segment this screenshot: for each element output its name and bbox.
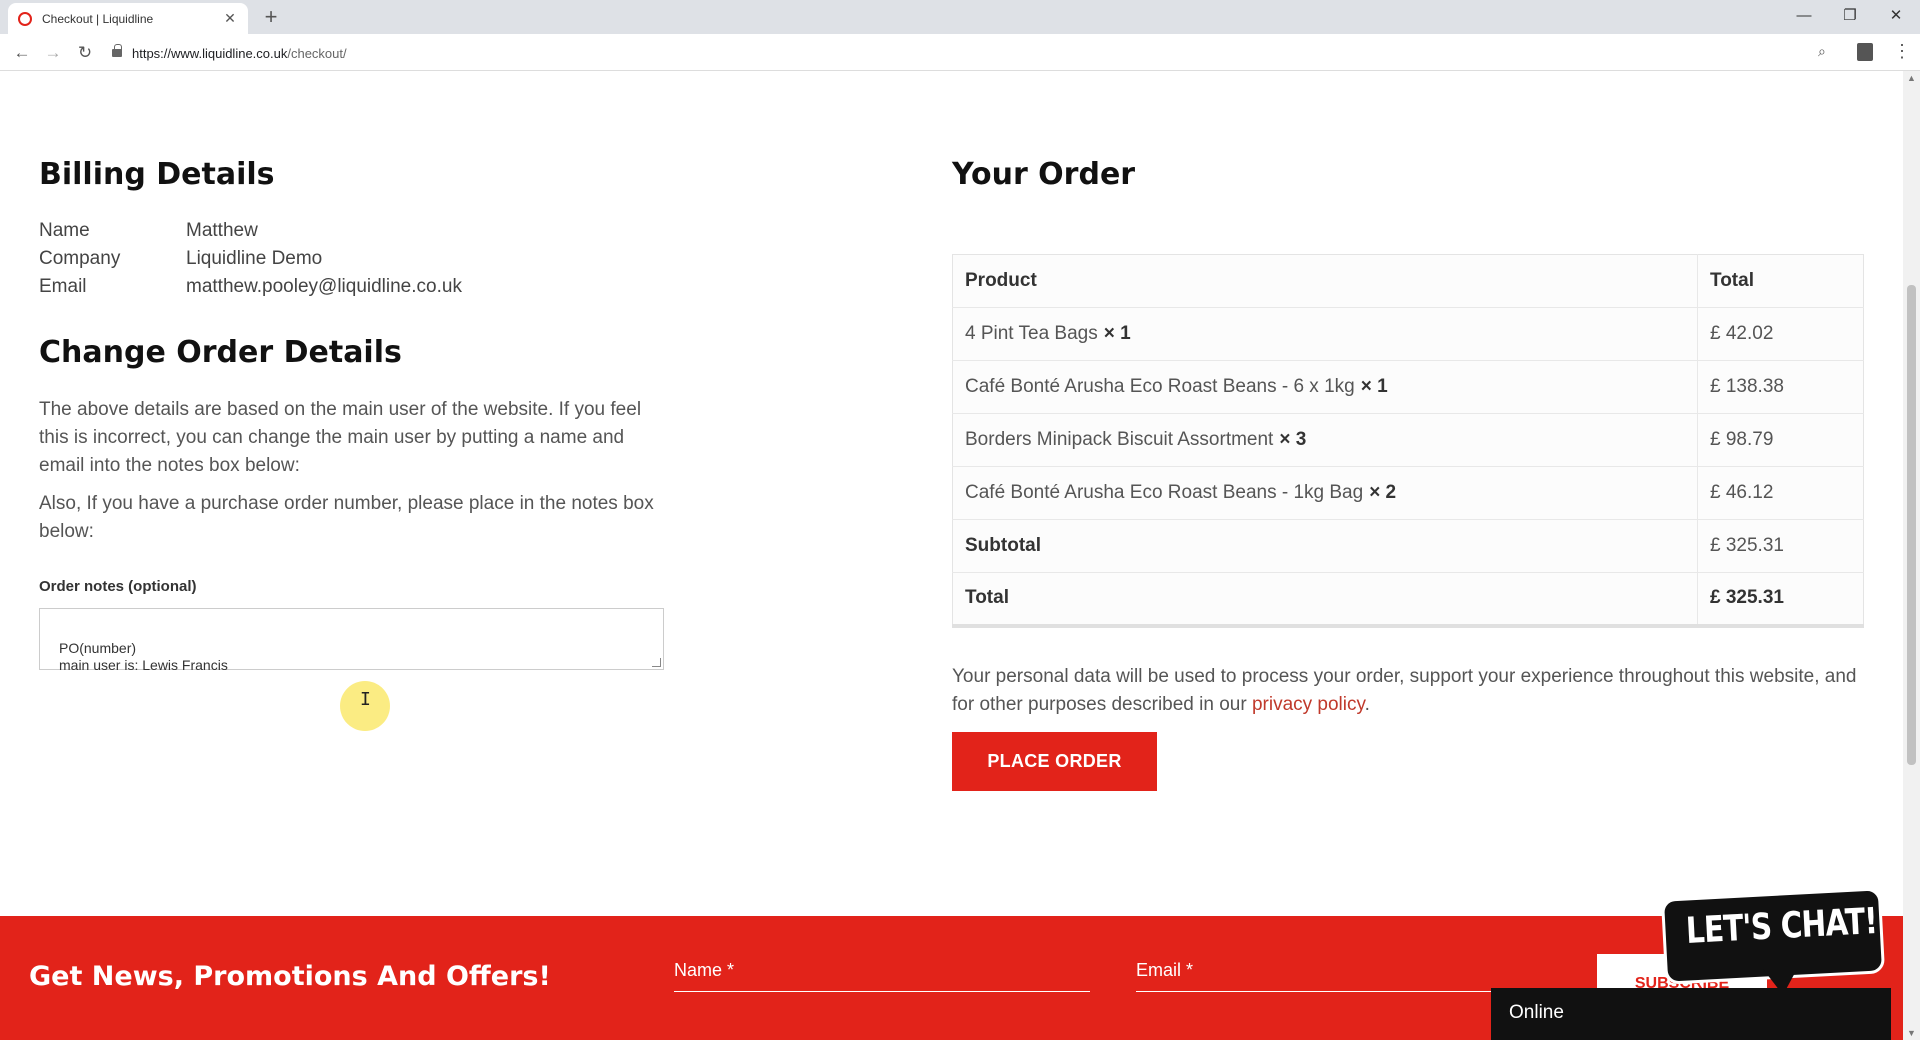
page-scrollbar[interactable]: ▲ ▼ — [1903, 71, 1920, 1040]
url-host: https://www.liquidline.co.uk — [132, 45, 288, 61]
privacy-policy-link[interactable]: privacy policy — [1252, 694, 1365, 715]
profile-icon[interactable] — [1857, 43, 1873, 61]
order-notes-value: PO(number) main user is: Lewis Francis — [59, 640, 228, 673]
change-order-title: Change Order Details — [39, 335, 402, 370]
table-row: Café Bonté Arusha Eco Roast Beans - 6 x … — [952, 360, 1864, 414]
scrollbar-thumb[interactable] — [1907, 285, 1916, 765]
subtotal-label: Subtotal — [952, 519, 1698, 573]
line-total: £ 138.38 — [1697, 360, 1864, 414]
column-header-product: Product — [952, 254, 1698, 308]
table-row: Borders Minipack Biscuit Assortment × 3 £… — [952, 413, 1864, 467]
table-row: 4 Pint Tea Bags × 1 £ 42.02 — [952, 307, 1864, 361]
table-row: Café Bonté Arusha Eco Roast Beans - 1kg … — [952, 466, 1864, 520]
lock-icon — [112, 44, 122, 57]
chat-status-bar[interactable]: Online — [1491, 988, 1891, 1040]
line-total: £ 42.02 — [1697, 307, 1864, 361]
site-favicon-icon — [18, 11, 32, 26]
window-close-icon[interactable]: ✕ — [1873, 0, 1919, 30]
privacy-notice: Your personal data will be used to proce… — [952, 666, 1857, 715]
column-header-total: Total — [1697, 254, 1864, 308]
chat-bubble[interactable]: LET'S CHAT! — [1660, 887, 1886, 1001]
minimize-icon[interactable]: — — [1781, 0, 1827, 30]
change-order-text: The above details are based on the main … — [39, 399, 642, 476]
product-quantity: × 1 — [1103, 323, 1131, 344]
chat-status: Online — [1509, 1002, 1564, 1023]
product-name: Borders Minipack Biscuit Assortment — [965, 429, 1274, 450]
newsletter-heading: Get News, Promotions And Offers! — [29, 961, 551, 992]
total-row: Total £ 325.31 — [952, 572, 1864, 626]
product-name: 4 Pint Tea Bags — [965, 323, 1098, 344]
resize-handle-icon[interactable] — [652, 658, 661, 667]
product-name: Café Bonté Arusha Eco Roast Beans - 1kg … — [965, 482, 1364, 503]
total-value: £ 325.31 — [1697, 572, 1864, 626]
order-notes-textarea[interactable]: PO(number) main user is: Lewis Francis — [39, 608, 664, 673]
restore-icon[interactable]: ❐ — [1827, 0, 1873, 30]
zoom-icon[interactable]: ⌕ — [1818, 43, 1826, 60]
table-header: Product Total — [952, 254, 1864, 308]
tab-title: Checkout | Liquidline — [42, 11, 154, 26]
subtotal-row: Subtotal £ 325.31 — [952, 519, 1864, 573]
forward-icon[interactable]: → — [41, 41, 65, 65]
subtotal-value: £ 325.31 — [1697, 519, 1864, 573]
tab-close-icon[interactable]: ✕ — [222, 10, 238, 27]
browser-tab-strip: Checkout | Liquidline ✕ + — ❐ ✕ — [0, 0, 1920, 34]
newsletter-name-field[interactable]: Name * — [674, 954, 1090, 992]
checkout-page: Billing Details Name Matthew Company Liq… — [0, 71, 1903, 1040]
product-quantity: × 2 — [1369, 482, 1397, 503]
billing-row-name: Name Matthew — [39, 220, 258, 241]
address-bar: ← → ↻ https://www.liquidline.co.uk/check… — [0, 34, 1920, 71]
order-table: Product Total 4 Pint Tea Bags × 1 £ 42.02… — [952, 254, 1864, 628]
billing-title: Billing Details — [39, 157, 275, 192]
back-icon[interactable]: ← — [10, 41, 34, 65]
your-order-title: Your Order — [952, 157, 1136, 192]
order-notes-label: Order notes (optional) — [39, 578, 197, 595]
text-cursor-icon: I — [360, 689, 371, 710]
product-quantity: × 1 — [1360, 376, 1388, 397]
browser-menu-icon[interactable]: ⋮ — [1893, 41, 1911, 62]
line-total: £ 98.79 — [1697, 413, 1864, 467]
place-order-button[interactable]: PLACE ORDER — [952, 732, 1157, 791]
newsletter-email-field[interactable]: Email * — [1136, 954, 1516, 992]
purchase-order-text: Also, If you have a purchase order numbe… — [39, 493, 654, 542]
product-name: Café Bonté Arusha Eco Roast Beans - 6 x … — [965, 376, 1355, 397]
reload-icon[interactable]: ↻ — [73, 41, 97, 65]
scroll-down-icon[interactable]: ▼ — [1907, 1028, 1916, 1038]
url-path: /checkout/ — [287, 45, 347, 61]
billing-details: Name Matthew Company Liquidline Demo Ema… — [39, 217, 462, 301]
scroll-up-icon[interactable]: ▲ — [1907, 73, 1916, 83]
browser-tab[interactable]: Checkout | Liquidline ✕ — [8, 3, 248, 34]
billing-row-company: Company Liquidline Demo — [39, 248, 323, 269]
new-tab-icon[interactable]: + — [258, 4, 284, 30]
url-field[interactable]: https://www.liquidline.co.uk/checkout/ — [112, 40, 1892, 66]
billing-row-email: Email matthew.pooley@liquidline.co.uk — [39, 276, 462, 297]
total-label: Total — [952, 572, 1698, 626]
line-total: £ 46.12 — [1697, 466, 1864, 520]
product-quantity: × 3 — [1279, 429, 1307, 450]
